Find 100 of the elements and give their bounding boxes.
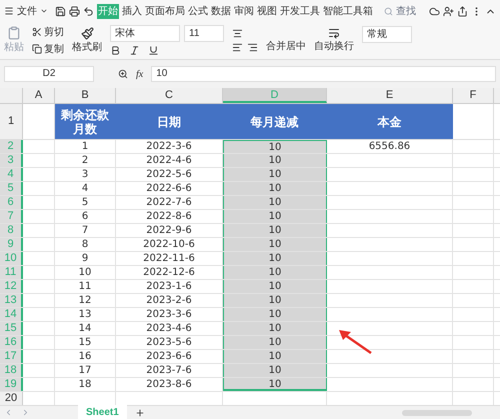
table-cell: 10: [268, 211, 282, 222]
format-painter-button[interactable]: 格式刷: [72, 40, 102, 54]
table-cell: 10: [268, 337, 282, 348]
table-cell: 3: [82, 169, 88, 180]
number-format-field[interactable]: 常规: [362, 26, 412, 43]
zoom-icon[interactable]: [118, 69, 128, 79]
table-cell: 10: [268, 253, 282, 264]
table-cell: 2023-5-6: [146, 337, 192, 348]
table-cell: 1: [82, 141, 88, 152]
table-cell: 10: [268, 281, 282, 292]
table-cell: 2023-8-6: [146, 379, 192, 390]
merge-center-button[interactable]: 合并居中: [266, 39, 306, 54]
table-cell: 10: [268, 267, 282, 278]
copy-icon[interactable]: [32, 44, 42, 54]
table-cell: 13: [78, 309, 92, 320]
table-cell: 2022-4-6: [146, 155, 192, 166]
annotation-arrow: [338, 329, 372, 354]
underline-icon[interactable]: [148, 45, 159, 56]
table-cell: 10: [268, 183, 282, 194]
table-header-cell-text: 每月递减: [250, 114, 300, 128]
table-cell: 4: [82, 183, 88, 194]
bold-icon[interactable]: [110, 45, 121, 56]
table-cell: 2022-6-6: [146, 183, 192, 194]
add-sheet-icon[interactable]: [134, 408, 145, 418]
table-cell: 2023-1-6: [146, 281, 192, 292]
table-cell: 2022-12-6: [143, 267, 195, 278]
column-header[interactable]: A: [23, 88, 55, 103]
scissors-icon[interactable]: [32, 27, 42, 37]
table-cell: 17: [78, 365, 92, 376]
share-icon[interactable]: [457, 6, 468, 16]
table-cell: 2023-4-6: [146, 323, 192, 334]
table-cell: 10: [268, 323, 282, 334]
copy-button[interactable]: 复制: [44, 42, 64, 56]
column-header[interactable]: E: [327, 88, 453, 103]
ribbon-tab[interactable]: 智能工具箱: [323, 4, 373, 18]
table-cell: 6556.86: [368, 141, 410, 152]
table-cell: 10: [268, 239, 282, 250]
table-cell: 11: [78, 281, 92, 292]
table-cell: 16: [78, 351, 92, 362]
printer-icon[interactable]: [69, 6, 80, 16]
table-header-cell-text: 剩余还款月数: [60, 108, 110, 136]
table-cell: 10: [268, 365, 282, 376]
table-cell: 2022-7-6: [146, 197, 192, 208]
fx-label: fx: [136, 68, 144, 82]
ribbon-tab[interactable]: 插入: [122, 4, 142, 18]
font-size-field[interactable]: 11: [184, 25, 224, 42]
table-cell: 2022-3-6: [146, 141, 192, 152]
ribbon-tab[interactable]: 开发工具: [280, 4, 320, 18]
table-cell: 10: [268, 169, 282, 180]
column-header[interactable]: F: [453, 88, 494, 103]
row-header[interactable]: 20: [0, 392, 23, 405]
italic-icon[interactable]: [129, 45, 140, 56]
table-cell: 10: [268, 142, 282, 153]
horizontal-scrollbar[interactable]: [402, 410, 472, 416]
undo-icon[interactable]: [83, 6, 94, 16]
ribbon-tab[interactable]: 数据: [211, 4, 231, 18]
column-header[interactable]: B: [55, 88, 116, 103]
table-cell: 9: [82, 253, 88, 264]
file-menu[interactable]: 文件: [17, 4, 37, 18]
table-cell: 2023-7-6: [146, 365, 192, 376]
ribbon-tab[interactable]: 公式: [188, 4, 208, 18]
table-cell: 2: [82, 155, 88, 166]
table-cell: 10: [78, 267, 92, 278]
table-cell: 12: [78, 295, 92, 306]
save-icon[interactable]: [55, 6, 66, 16]
table-cell: 10: [268, 351, 282, 362]
menu-icon[interactable]: [4, 6, 14, 16]
table-cell: 2023-6-6: [146, 351, 192, 362]
table-cell: 2022-8-6: [146, 211, 192, 222]
wrap-text-button[interactable]: 自动换行: [314, 39, 354, 54]
table-header-cell-text: 日期: [156, 114, 182, 128]
row-header[interactable]: 1: [0, 104, 23, 139]
cut-button[interactable]: 剪切: [44, 24, 64, 40]
table-cell: 10: [268, 309, 282, 320]
brush-icon[interactable]: [80, 26, 94, 40]
align-right-icon[interactable]: [247, 42, 258, 53]
table-cell: 2022-11-6: [143, 253, 195, 264]
ribbon-tab[interactable]: 视图: [257, 4, 277, 18]
table-header-cell-text: 本金: [376, 114, 402, 128]
table-cell: 14: [78, 323, 92, 334]
formula-field[interactable]: 10: [151, 66, 496, 82]
user-icon[interactable]: [443, 6, 454, 16]
wrap-icon[interactable]: [328, 27, 340, 39]
ribbon-tab[interactable]: 审阅: [234, 4, 254, 18]
table-cell: 2022-9-6: [146, 225, 192, 236]
cloud-icon[interactable]: [429, 6, 440, 16]
table-cell: 10: [268, 197, 282, 208]
table-cell: 10: [268, 379, 282, 390]
caret-icon[interactable]: [40, 7, 48, 15]
ribbon-tab[interactable]: 页面布局: [145, 4, 185, 18]
search-link[interactable]: 查找: [396, 4, 416, 18]
table-cell: 2022-5-6: [146, 169, 192, 180]
table-cell: 5: [82, 197, 88, 208]
align-left-icon[interactable]: [232, 42, 243, 53]
table-cell: 10: [268, 225, 282, 236]
align-center-icon[interactable]: [232, 28, 243, 39]
font-field[interactable]: 宋体: [110, 25, 180, 42]
name-box[interactable]: D2: [4, 66, 94, 82]
table-cell: 18: [78, 379, 92, 390]
table-cell: 10: [268, 155, 282, 166]
